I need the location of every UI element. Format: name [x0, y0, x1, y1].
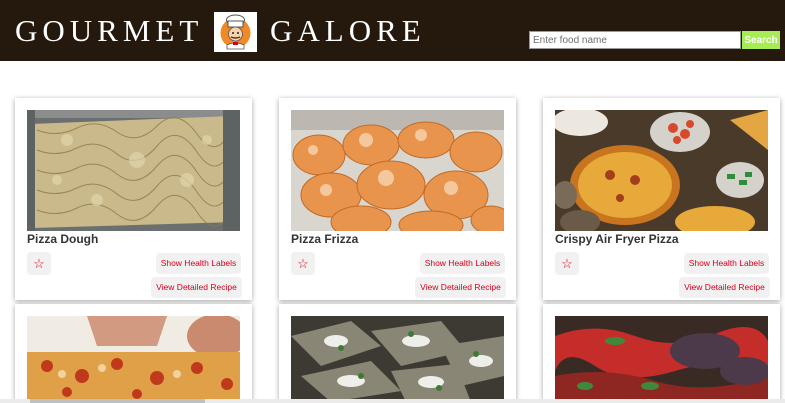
show-health-labels-button[interactable]: Show Health Labels [156, 253, 241, 274]
recipe-card: Pizza Frizza ☆ Show Health Labels View D… [279, 98, 516, 300]
recipe-title: Pizza Frizza [291, 232, 359, 246]
show-health-labels-button[interactable]: Show Health Labels [684, 253, 769, 274]
pizza-with-hands-photo[interactable] [27, 316, 240, 402]
site-header: GOURMET GALORE Search [0, 0, 785, 61]
recipe-card [543, 304, 780, 403]
pizza-toppings-spread-photo[interactable] [555, 110, 768, 231]
recipe-card [279, 304, 516, 403]
search-input[interactable] [529, 31, 741, 49]
scrollbar-thumb[interactable] [30, 399, 205, 403]
horizontal-scrollbar[interactable] [0, 399, 785, 403]
pizza-dough-photo[interactable] [27, 110, 240, 231]
chef-logo-icon [214, 12, 257, 52]
star-outline-icon[interactable]: ☆ [291, 252, 315, 275]
recipe-card: Pizza Dough ☆ Show Health Labels View De… [15, 98, 252, 300]
view-detailed-recipe-button[interactable]: View Detailed Recipe [679, 277, 770, 298]
fried-dough-balls-photo[interactable] [291, 110, 504, 231]
view-detailed-recipe-button[interactable]: View Detailed Recipe [415, 277, 506, 298]
star-outline-icon[interactable]: ☆ [27, 252, 51, 275]
brand-title-left: GOURMET [15, 13, 204, 48]
star-outline-icon[interactable]: ☆ [555, 252, 579, 275]
search-button[interactable]: Search [742, 31, 780, 49]
herb-flatbread-photo[interactable] [291, 316, 504, 402]
brand-title-right: GALORE [270, 13, 426, 48]
grilled-vegetables-photo[interactable] [555, 316, 768, 402]
show-health-labels-button[interactable]: Show Health Labels [420, 253, 505, 274]
view-detailed-recipe-button[interactable]: View Detailed Recipe [151, 277, 242, 298]
recipe-card: Crispy Air Fryer Pizza ☆ Show Health Lab… [543, 98, 780, 300]
recipe-title: Pizza Dough [27, 232, 99, 246]
recipe-card [15, 304, 252, 403]
recipe-title: Crispy Air Fryer Pizza [555, 232, 679, 246]
